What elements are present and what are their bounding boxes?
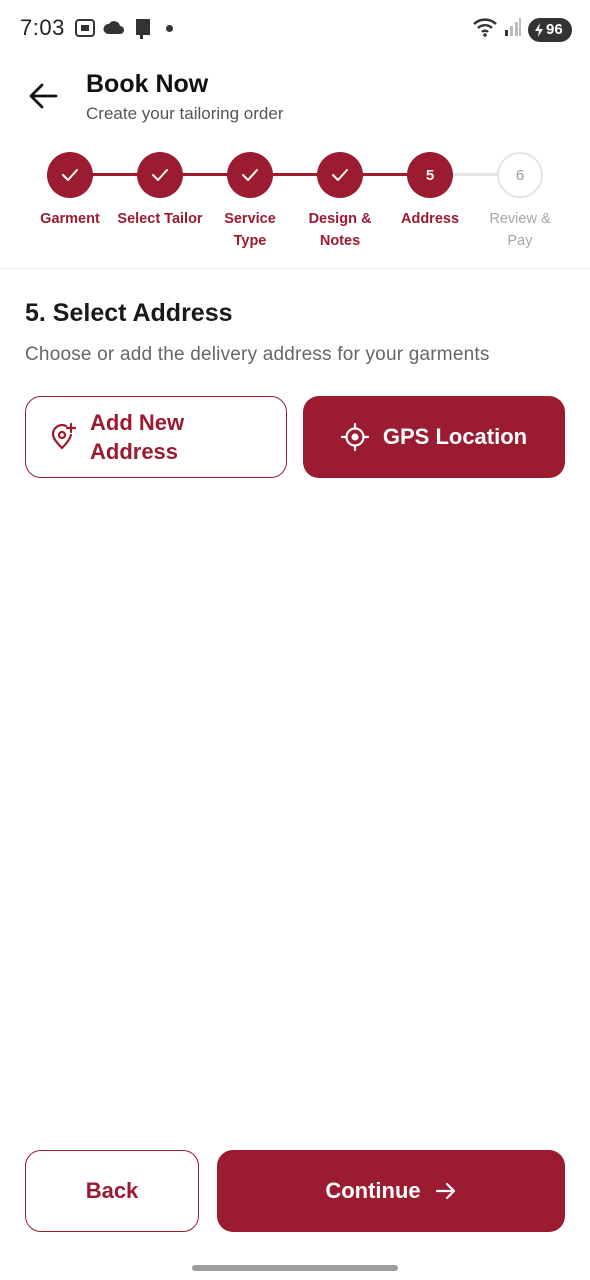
status-bar: 7:03 96 <box>0 0 590 56</box>
step-label-line: Pay <box>507 233 533 249</box>
add-location-icon <box>51 423 76 450</box>
status-time: 7:03 <box>20 15 65 40</box>
step-label-review-pay: Review & Pay <box>470 208 570 252</box>
step-label-line: Address <box>400 211 460 227</box>
page-title: Book Now <box>86 70 209 98</box>
step-label-design-notes: Design & Notes <box>290 208 390 252</box>
notification-dot-icon <box>166 24 173 32</box>
wifi-icon <box>472 16 498 43</box>
status-icons-right: 96 <box>472 16 572 43</box>
step-label-line: Design & <box>308 211 372 227</box>
step-1-circle[interactable] <box>47 152 93 198</box>
add-new-address-label-line1: Add New <box>90 410 185 435</box>
back-button-label: Back <box>85 1178 139 1203</box>
add-new-address-button[interactable]: Add New Address <box>25 396 287 478</box>
signal-icon <box>504 17 522 42</box>
step-5-circle[interactable]: 5 <box>407 152 453 198</box>
add-new-address-label-line2: Address <box>90 439 179 464</box>
arrow-right-icon <box>435 1182 455 1200</box>
gps-location-label: GPS Location <box>382 424 528 449</box>
section-description: Choose or add the delivery address for y… <box>25 344 490 365</box>
page-subtitle: Create your tailoring order <box>86 104 284 123</box>
gps-target-icon <box>340 423 369 451</box>
continue-button[interactable]: Continue <box>217 1150 565 1232</box>
step-label-select-tailor: Select Tailor <box>110 208 210 230</box>
continue-button-label: Continue <box>325 1178 421 1203</box>
check-icon <box>152 169 168 181</box>
phone-icon <box>132 17 154 39</box>
back-button[interactable]: Back <box>25 1150 199 1232</box>
step-6-circle[interactable]: 6 <box>497 152 543 198</box>
step-label-line: Garment <box>40 211 100 227</box>
progress-stepper: 5 6 Garment Select Tailor Service Type D… <box>0 150 590 260</box>
back-arrow-icon[interactable] <box>26 80 60 112</box>
step-label-garment: Garment <box>20 208 120 230</box>
section-title: 5. Select Address <box>25 299 233 327</box>
step-label-address: Address <box>380 208 480 230</box>
step-label-line: Notes <box>319 233 361 249</box>
battery-level: 96 <box>546 21 563 38</box>
screenshot-icon <box>74 18 96 38</box>
step-label-line: Select Tailor <box>117 211 203 227</box>
home-indicator[interactable] <box>192 1265 398 1271</box>
battery-icon: 96 <box>528 17 572 42</box>
gps-location-button[interactable]: GPS Location <box>303 396 565 478</box>
cloud-icon <box>102 18 126 38</box>
status-icons-left <box>74 17 173 39</box>
step-label-line: Service <box>224 211 276 227</box>
step-label-service-type: Service Type <box>200 208 300 252</box>
check-icon <box>332 169 348 181</box>
step-label-line: Review & <box>489 211 551 227</box>
step-label-line: Type <box>233 233 267 249</box>
check-icon <box>242 169 258 181</box>
step-3-circle[interactable] <box>227 152 273 198</box>
step-2-circle[interactable] <box>137 152 183 198</box>
check-icon <box>62 169 78 181</box>
step-4-circle[interactable] <box>317 152 363 198</box>
add-new-address-label: Add New Address <box>90 408 220 466</box>
header-divider <box>0 268 590 269</box>
